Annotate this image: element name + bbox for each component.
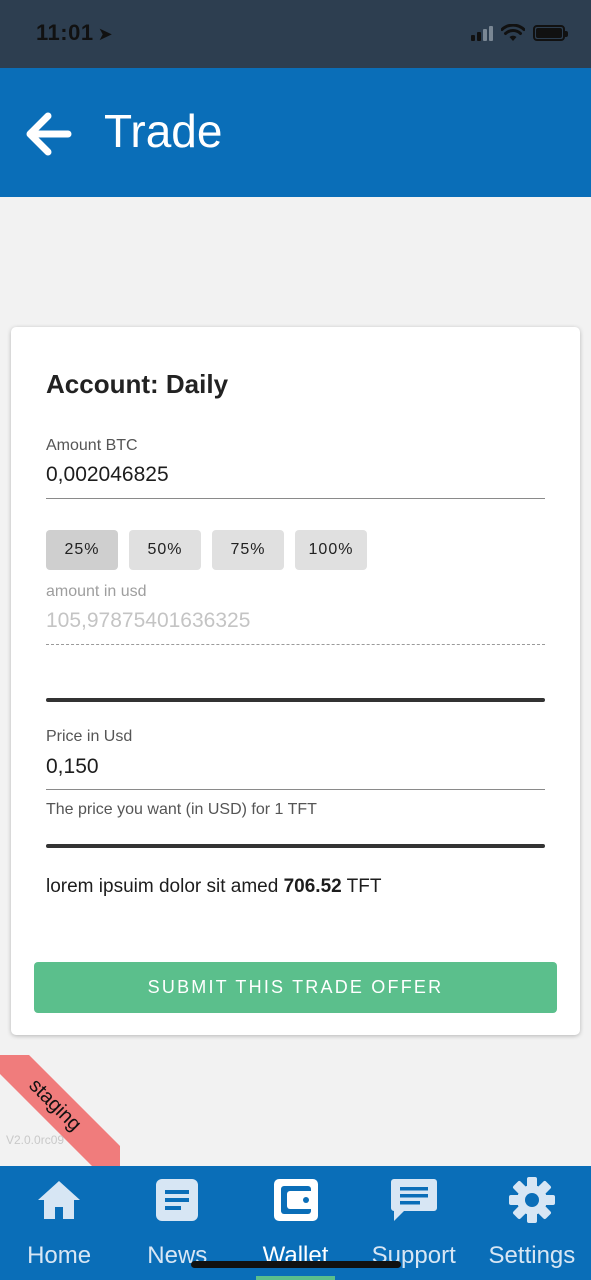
submit-trade-button[interactable]: SUBMIT THIS TRADE OFFER: [34, 962, 557, 1013]
home-icon: [35, 1176, 83, 1224]
battery-icon: [533, 25, 568, 41]
page-title: Trade: [104, 105, 223, 157]
gear-icon: [508, 1176, 556, 1224]
summary-amount: 706.52: [283, 876, 342, 897]
amount-underline: [46, 498, 545, 499]
price-helper-text: The price you want (in USD) for 1 TFT: [46, 801, 317, 818]
amount-input[interactable]: 0,002046825: [46, 463, 169, 487]
trade-summary: lorem ipsuim dolor sit amed 706.52 TFT: [46, 876, 381, 898]
status-time-text: 11:01: [36, 20, 94, 45]
trade-card: Account: Daily Amount BTC 0,002046825 25…: [11, 327, 580, 1035]
wifi-icon: [501, 24, 525, 41]
percent-50-button[interactable]: 50%: [129, 530, 201, 570]
account-title: Account: Daily: [46, 369, 229, 399]
arrow-left-icon: [26, 112, 72, 156]
status-bar: 11:01 ➤: [0, 0, 591, 68]
nav-label-home: Home: [27, 1242, 92, 1269]
location-arrow-icon: ➤: [97, 24, 114, 44]
price-underline: [46, 789, 545, 790]
nav-item-home[interactable]: Home: [0, 1166, 118, 1280]
usd-amount-underline: [46, 644, 545, 645]
status-icons: [471, 24, 568, 42]
chat-icon: [390, 1176, 438, 1224]
summary-unit: TFT: [346, 876, 382, 897]
staging-ribbon: staging: [0, 1055, 120, 1166]
percent-100-button[interactable]: 100%: [295, 530, 367, 570]
price-input[interactable]: 0,150: [46, 755, 99, 779]
percent-75-button[interactable]: 75%: [212, 530, 284, 570]
nav-item-settings[interactable]: Settings: [473, 1166, 591, 1280]
signal-icon: [471, 25, 493, 41]
app-bar: Trade: [0, 68, 591, 197]
price-label: Price in Usd: [46, 728, 133, 745]
staging-label: staging: [0, 1055, 120, 1166]
back-button[interactable]: [20, 106, 76, 162]
status-time: 11:01 ➤: [36, 20, 113, 46]
summary-text: lorem ipsuim dolor sit amed: [46, 876, 279, 897]
percent-25-button[interactable]: 25%: [46, 530, 118, 570]
wallet-icon: [272, 1176, 320, 1224]
divider: [46, 698, 545, 702]
home-indicator: [191, 1261, 401, 1268]
percent-buttons: 25% 50% 75% 100%: [46, 530, 367, 570]
news-icon: [153, 1176, 201, 1224]
divider: [46, 844, 545, 848]
usd-amount-label: amount in usd: [46, 583, 147, 600]
version-label: V2.0.0rc09: [6, 1133, 65, 1147]
amount-label: Amount BTC: [46, 437, 138, 454]
nav-label-settings: Settings: [488, 1242, 576, 1269]
usd-amount-field: 105,97875401636325: [46, 609, 251, 632]
